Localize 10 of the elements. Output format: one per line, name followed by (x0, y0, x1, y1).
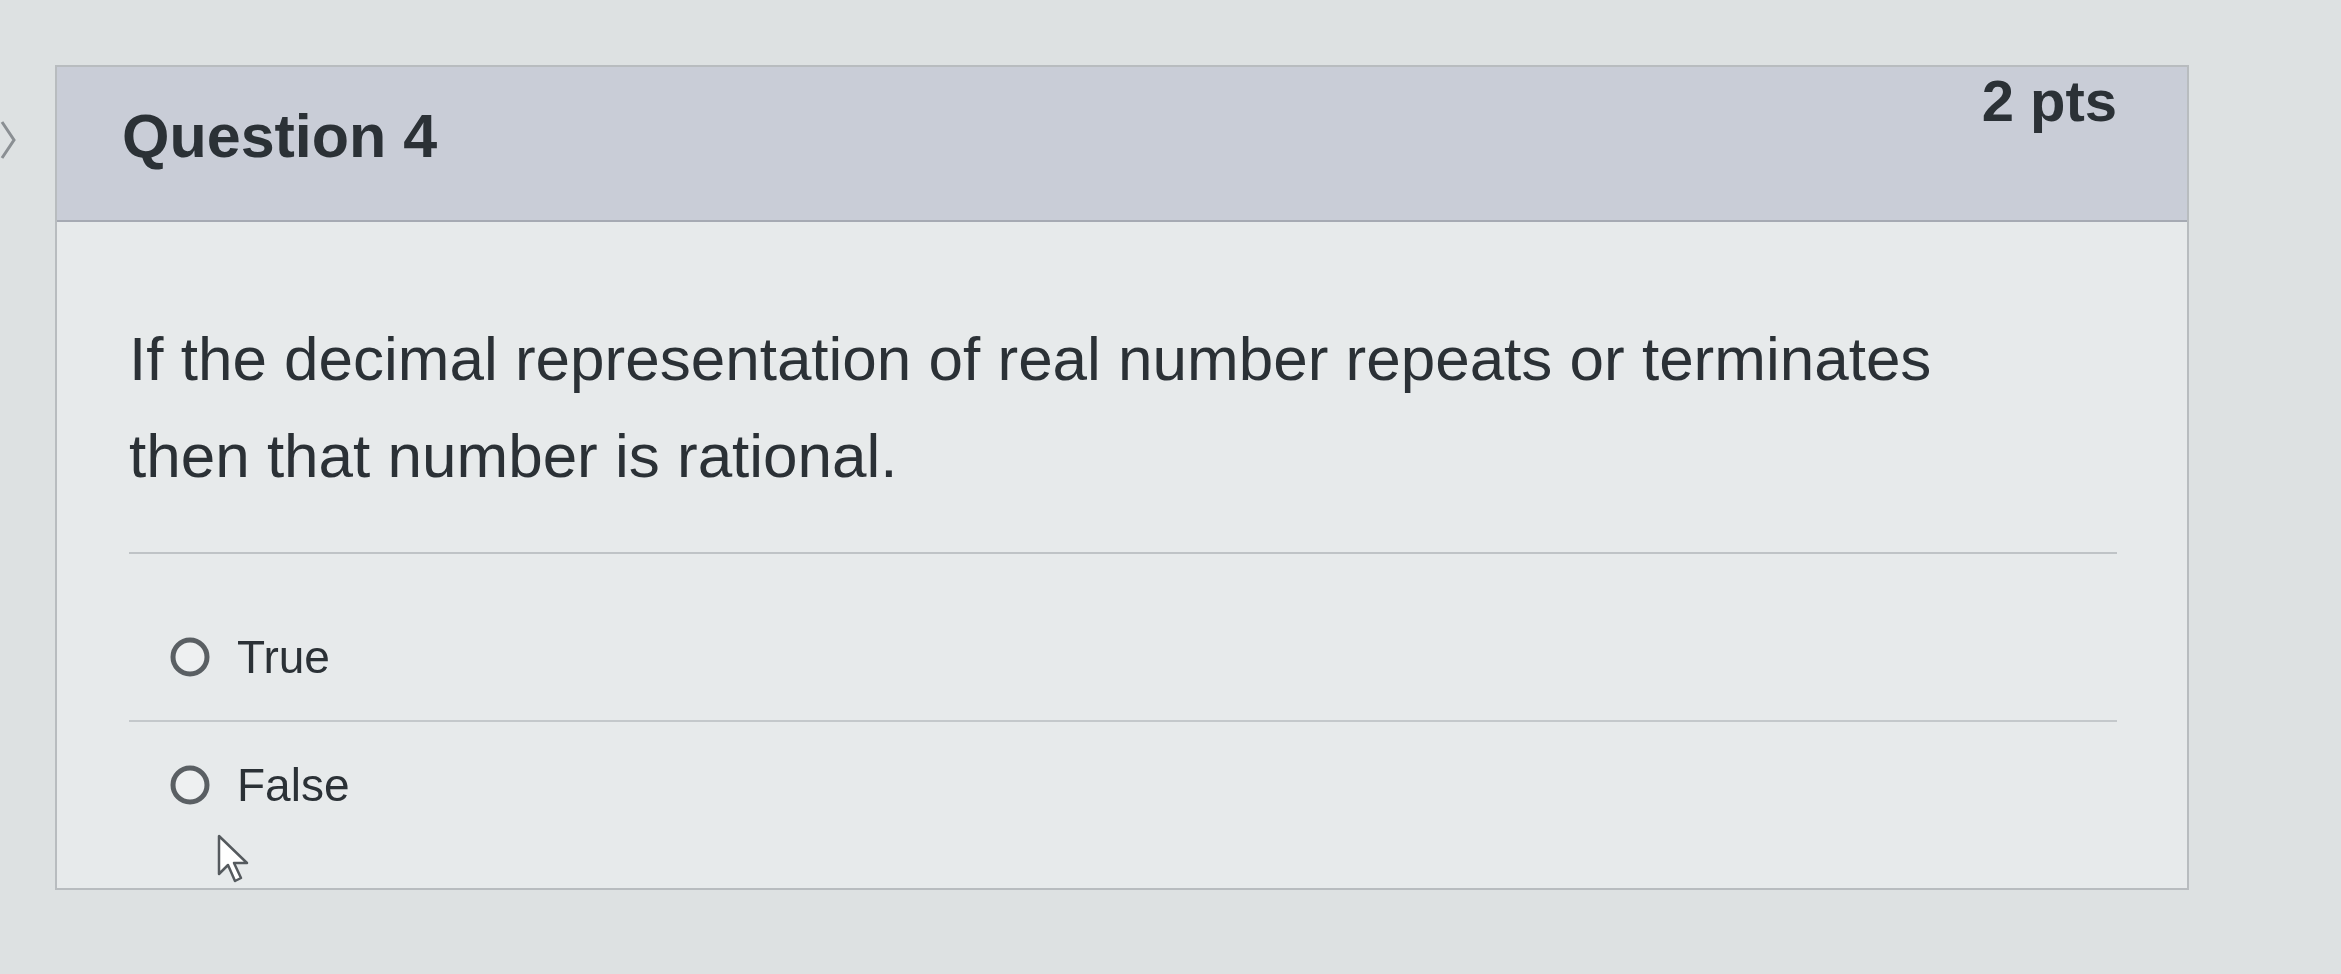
cursor-icon (217, 834, 251, 884)
answer-option[interactable]: True (129, 594, 2137, 720)
question-title: Question 4 (122, 101, 438, 171)
answer-option[interactable]: False (129, 720, 2117, 848)
radio-button[interactable] (169, 636, 211, 678)
points-label: 2 pts (1981, 67, 2117, 134)
question-text: If the decimal representation of real number repeats or terminates then that number is rational. (129, 323, 1933, 492)
answer-label: False (237, 758, 350, 812)
radio-button[interactable] (169, 764, 211, 806)
answer-label: True (237, 630, 330, 684)
